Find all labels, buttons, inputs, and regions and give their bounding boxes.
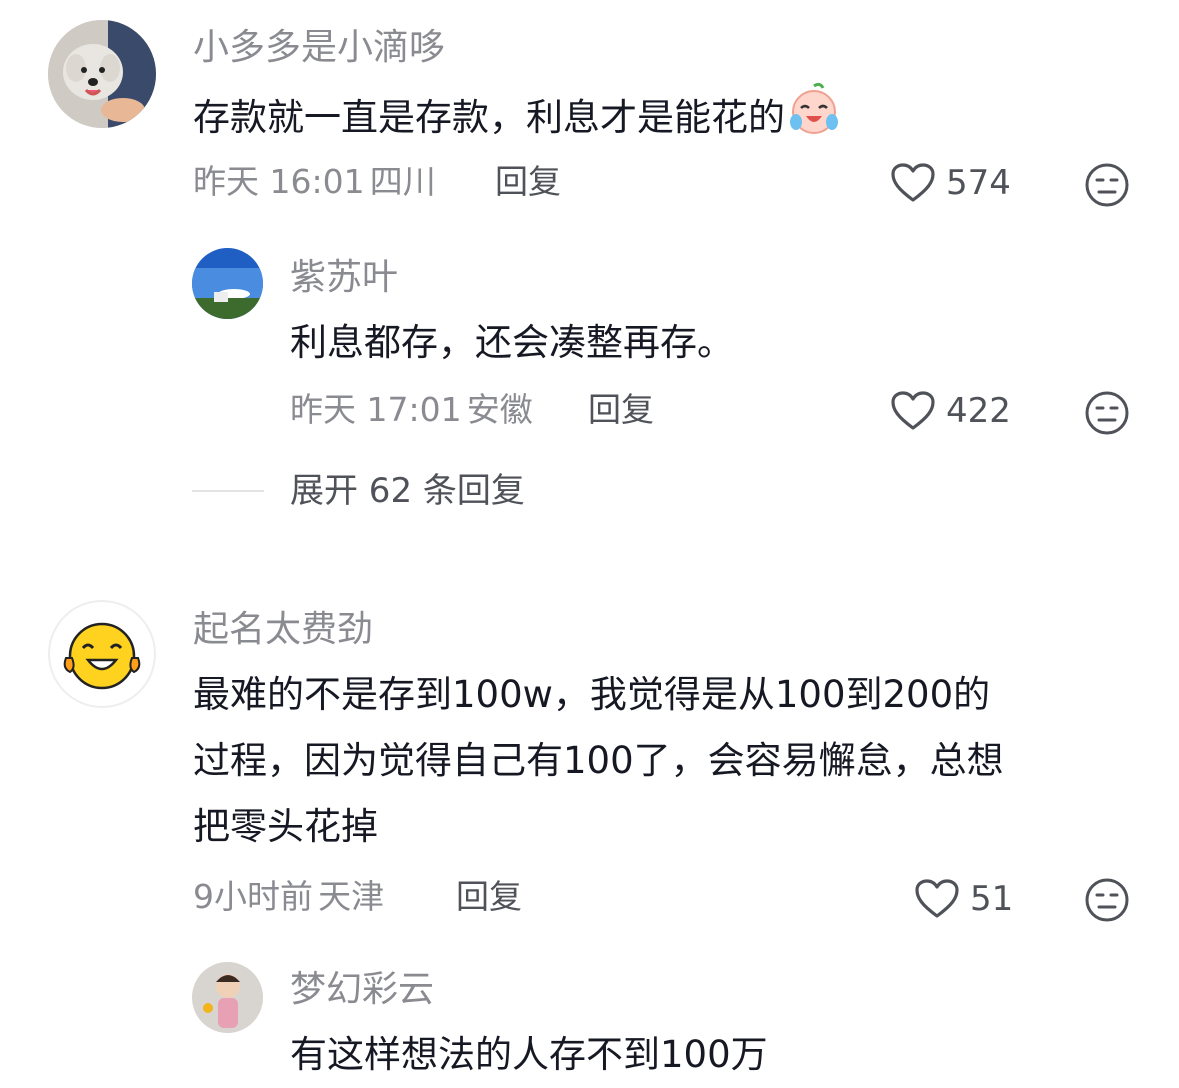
crying-laughing-emoji xyxy=(787,82,841,157)
reply-text: 有这样想法的人存不到100万 xyxy=(290,1033,768,1076)
dislike-button[interactable] xyxy=(1084,390,1130,440)
neutral-face-icon xyxy=(1085,878,1129,922)
reply-location: 安徽 xyxy=(466,390,533,429)
avatar[interactable] xyxy=(192,248,263,319)
reply-button[interactable]: 回复 xyxy=(588,393,654,426)
like-button[interactable]: 51 xyxy=(914,878,1013,920)
like-count: 422 xyxy=(946,391,1011,431)
expand-divider xyxy=(192,490,264,492)
avatar-sky-photo xyxy=(192,248,263,319)
comment-username[interactable]: 起名太费劲 xyxy=(193,612,373,648)
reply-text: 利息都存，还会凑整再存。 xyxy=(290,321,734,364)
dislike-button[interactable] xyxy=(1084,877,1130,927)
dislike-button[interactable] xyxy=(1084,162,1130,212)
comment-text: 最难的不是存到100w，我觉得是从100到200的 过程，因为觉得自己有100了… xyxy=(193,662,1004,860)
avatar[interactable] xyxy=(192,962,263,1033)
reply-meta: 昨天 17:01 安徽 xyxy=(290,393,533,426)
comment-location: 四川 xyxy=(369,162,436,201)
heart-outline-icon xyxy=(915,879,959,918)
like-count: 51 xyxy=(970,879,1014,919)
comment-meta: 昨天 16:01 四川 xyxy=(193,165,436,198)
comment-time: 9小时前 xyxy=(193,877,313,916)
reply-time: 昨天 17:01 xyxy=(290,390,462,429)
expand-replies-button[interactable]: 展开 62 条回复 xyxy=(290,474,525,508)
neutral-face-icon xyxy=(1085,163,1129,207)
avatar-child-photo xyxy=(192,962,263,1033)
comment-text-line: 最难的不是存到100w，我觉得是从100到200的 xyxy=(193,673,991,716)
heart-outline-icon xyxy=(891,163,935,202)
heart-outline-icon xyxy=(891,391,935,430)
avatar-dog-photo xyxy=(48,20,156,128)
comment-text: 存款就一直是存款，利息才是能花的 xyxy=(193,82,841,157)
comment-time: 昨天 16:01 xyxy=(193,162,365,201)
comment-text-line: 过程，因为觉得自己有100了，会容易懈怠，总想 xyxy=(193,739,1004,782)
comment-location: 天津 xyxy=(318,877,385,916)
like-count: 574 xyxy=(946,163,1011,203)
comment-meta: 9小时前 天津 xyxy=(193,880,384,913)
reply-username[interactable]: 梦幻彩云 xyxy=(290,972,434,1008)
comment-username[interactable]: 小多多是小滴哆 xyxy=(193,30,445,66)
reply-button[interactable]: 回复 xyxy=(495,165,561,198)
neutral-face-icon xyxy=(1085,391,1129,435)
reply-button[interactable]: 回复 xyxy=(456,880,522,913)
avatar-laughing-emoji xyxy=(63,622,141,690)
like-button[interactable]: 422 xyxy=(890,390,1011,432)
avatar[interactable] xyxy=(48,600,156,708)
reply-username[interactable]: 紫苏叶 xyxy=(290,260,398,296)
like-button[interactable]: 574 xyxy=(890,162,1011,204)
comment-text-content: 存款就一直是存款，利息才是能花的 xyxy=(193,96,785,139)
avatar[interactable] xyxy=(48,20,156,128)
comment-text-line: 把零头花掉 xyxy=(193,805,378,848)
